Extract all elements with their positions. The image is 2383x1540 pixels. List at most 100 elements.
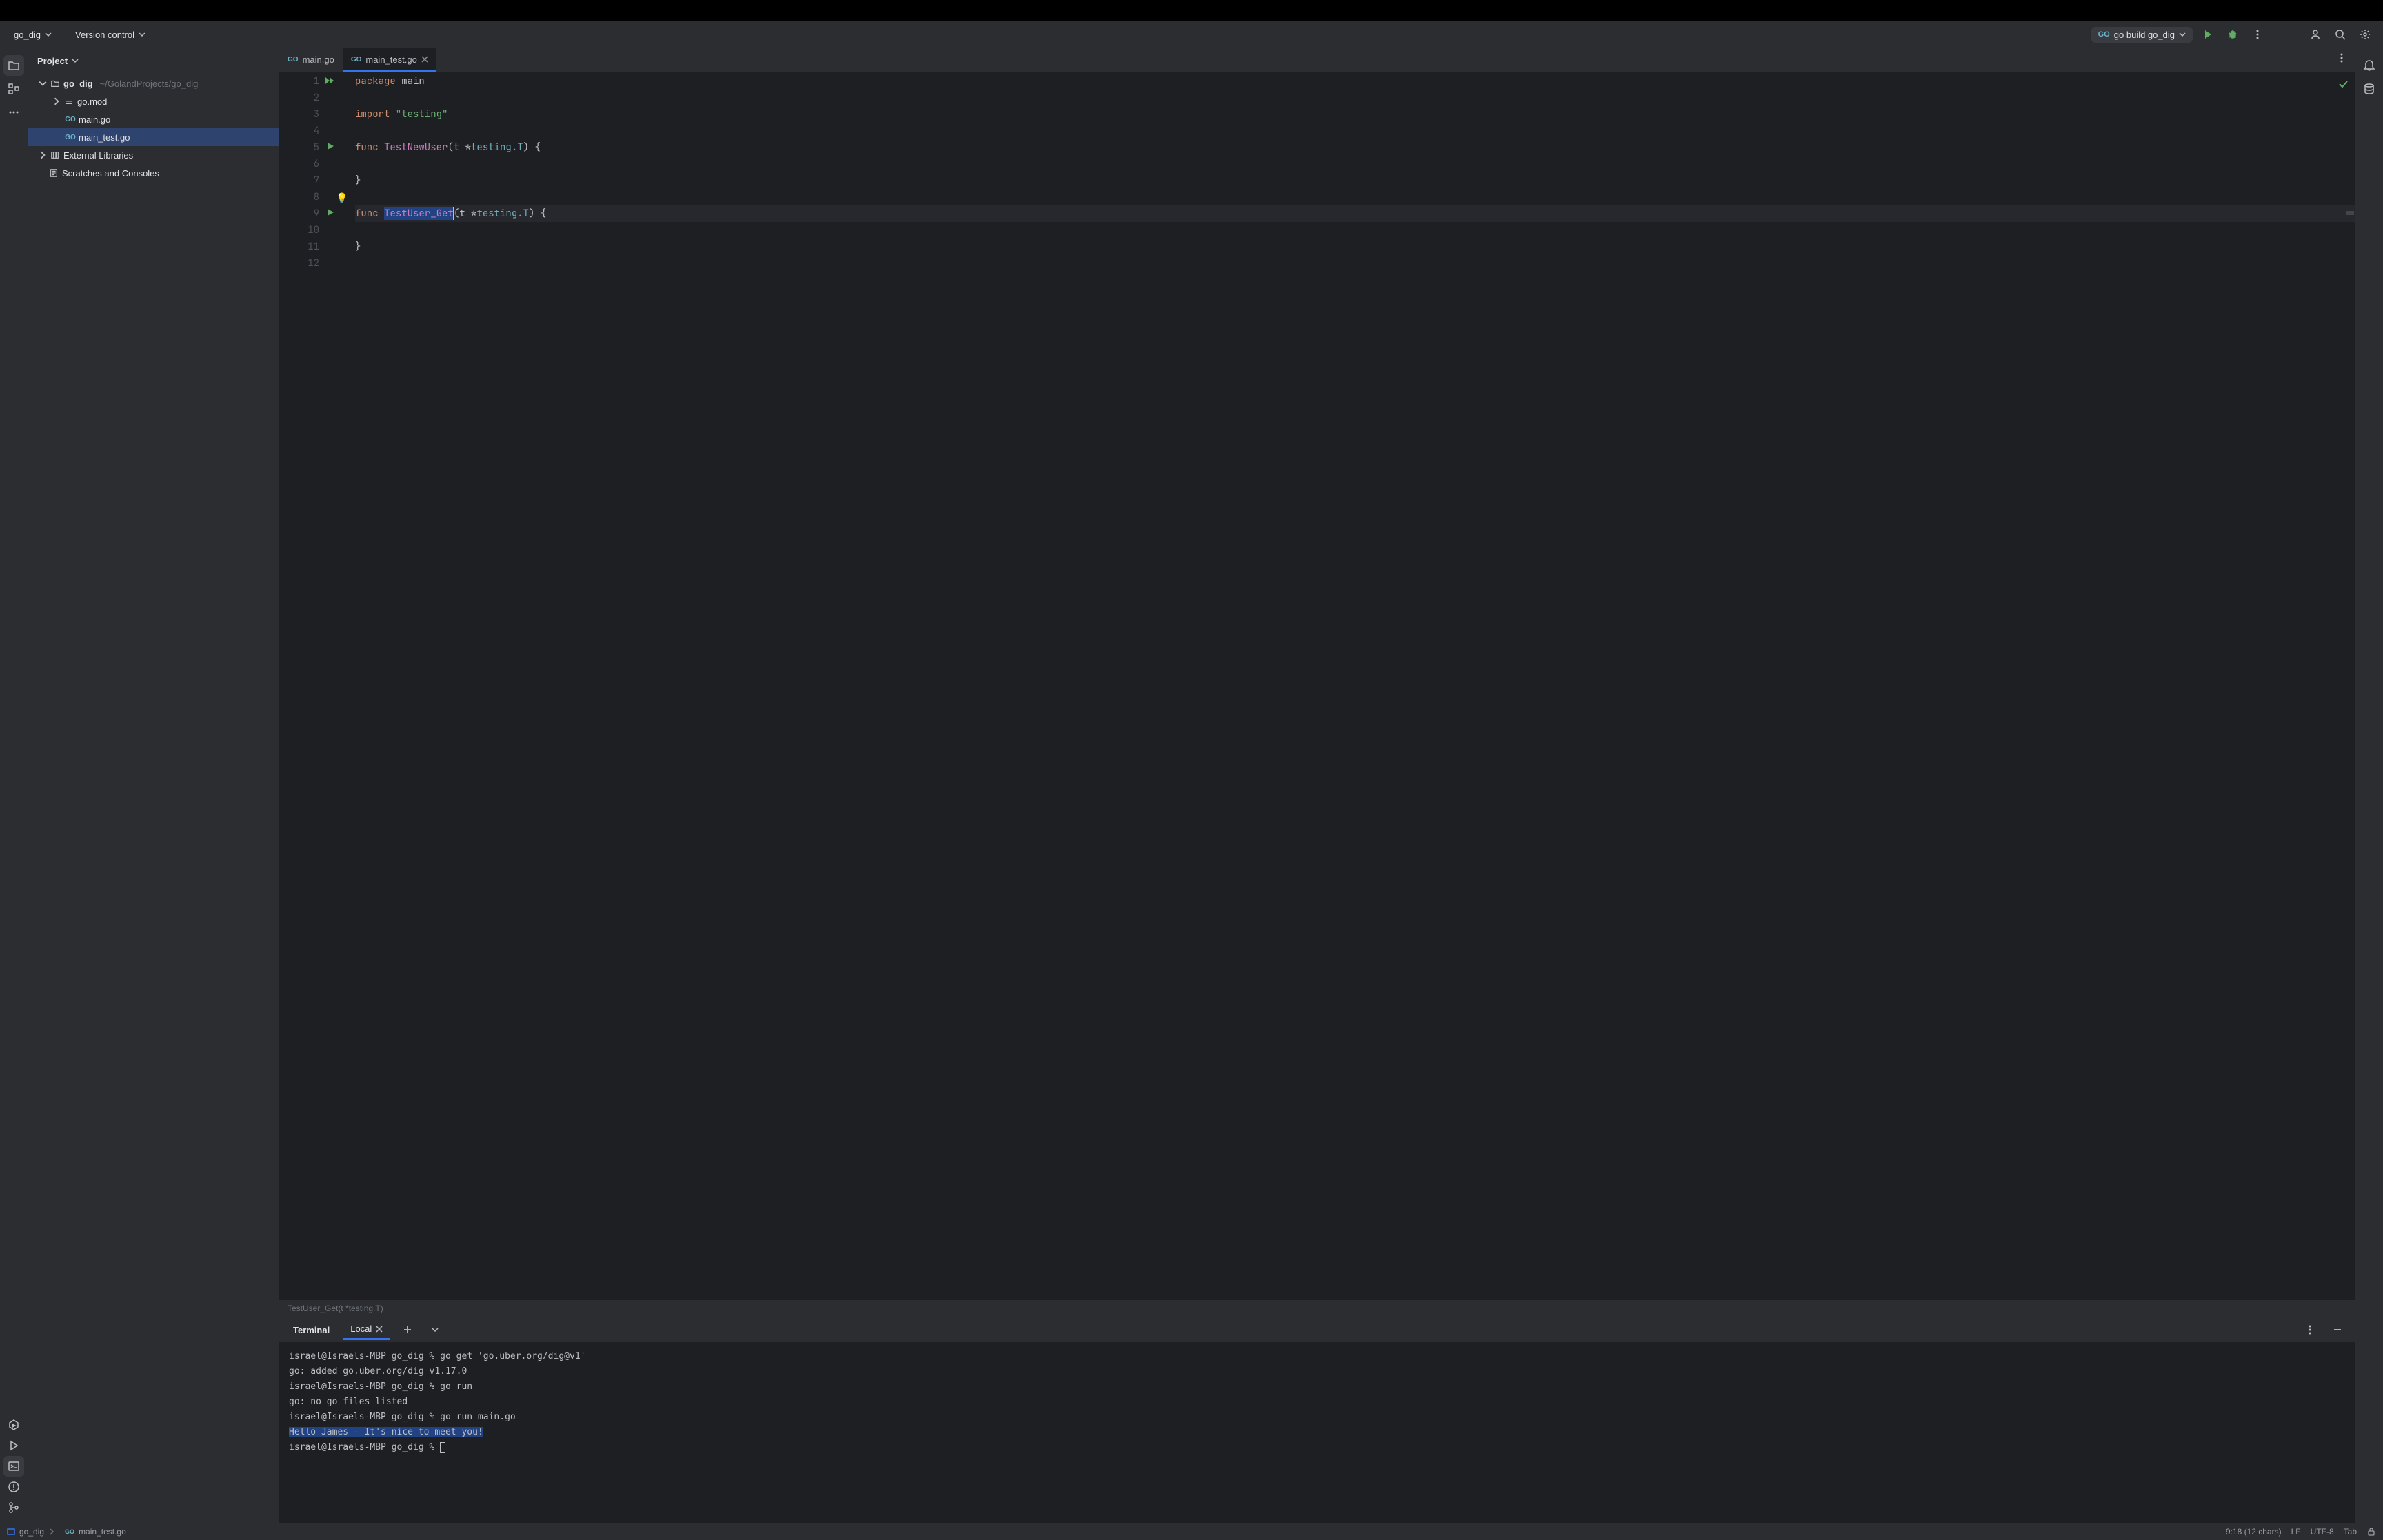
project-panel: Project go_dig ~/GolandProjects/go_dig g…: [28, 48, 279, 1523]
terminal-line: israel@Israels-MBP go_dig % go get 'go.u…: [289, 1349, 2346, 1364]
status-line-separator[interactable]: LF: [2291, 1527, 2301, 1537]
status-project[interactable]: go_dig: [7, 1527, 55, 1537]
chevron-right-icon: [52, 97, 61, 105]
project-selector[interactable]: go_dig: [8, 27, 57, 43]
more-actions-button[interactable]: [2248, 25, 2267, 44]
more-tools-button[interactable]: [3, 102, 24, 123]
minimap-marker[interactable]: [2346, 211, 2354, 215]
tree-root-path: ~/GolandProjects/go_dig: [100, 79, 199, 89]
breadcrumb-text: TestUser_Get(t *testing.T): [288, 1304, 383, 1313]
code-content[interactable]: package main import "testing" func TestN…: [328, 73, 2355, 1300]
tree-item-label: Scratches and Consoles: [62, 168, 159, 179]
go-file-icon: GO: [65, 114, 76, 125]
database-tool-button[interactable]: [2359, 79, 2380, 99]
project-panel-title: Project: [37, 56, 68, 66]
left-tool-rail: [0, 48, 28, 1523]
services-tool-button[interactable]: [3, 1415, 24, 1435]
tab-label: main.go: [303, 54, 334, 65]
terminal-dropdown-button[interactable]: [425, 1320, 445, 1339]
go-test-file-icon: GO: [65, 132, 76, 143]
status-file[interactable]: GO main_test.go: [65, 1527, 126, 1537]
editor-breadcrumb[interactable]: TestUser_Get(t *testing.T): [279, 1300, 2355, 1317]
inspection-ok-icon[interactable]: [2337, 79, 2349, 90]
code-editor[interactable]: 1 2 3 4 5 6 7 8 9 10 11 12: [279, 73, 2355, 1300]
problems-tool-button[interactable]: [3, 1477, 24, 1497]
terminal-tab-label: Local: [350, 1324, 372, 1334]
tab-maintest[interactable]: GO main_test.go: [343, 48, 436, 72]
chevron-down-icon: [72, 57, 79, 64]
close-tab-button[interactable]: [421, 56, 428, 63]
go-file-icon: GO: [288, 56, 299, 63]
go-test-file-icon: GO: [65, 1528, 74, 1535]
tab-main[interactable]: GO main.go: [279, 48, 343, 72]
terminal-line: go: added go.uber.org/dig v1.17.0: [289, 1364, 2346, 1379]
tab-label: main_test.go: [365, 54, 416, 65]
close-icon[interactable]: [376, 1326, 383, 1333]
project-panel-header[interactable]: Project: [28, 48, 279, 73]
tree-root-name: go_dig: [63, 79, 93, 89]
terminal-line: israel@Israels-MBP go_dig % go run main.…: [289, 1410, 2346, 1425]
terminal-line: israel@Israels-MBP go_dig % go run: [289, 1379, 2346, 1395]
tree-root[interactable]: go_dig ~/GolandProjects/go_dig: [28, 74, 279, 92]
project-selector-label: go_dig: [14, 30, 41, 40]
new-terminal-button[interactable]: [398, 1320, 417, 1339]
readonly-lock-icon[interactable]: [2366, 1527, 2376, 1537]
tree-item-label: External Libraries: [63, 150, 133, 161]
gutter[interactable]: 1 2 3 4 5 6 7 8 9 10 11 12: [279, 73, 328, 1300]
tree-item-scratches[interactable]: Scratches and Consoles: [28, 164, 279, 182]
scratches-icon: [48, 168, 59, 179]
structure-tool-button[interactable]: [3, 79, 24, 99]
intention-bulb-icon[interactable]: 💡: [336, 190, 348, 207]
vcs-label: Version control: [75, 30, 134, 40]
terminal-prompt: israel@Israels-MBP go_dig %: [289, 1440, 2346, 1455]
tree-item-main[interactable]: GO main.go: [28, 110, 279, 128]
chevron-down-icon: [2179, 31, 2186, 38]
debug-button[interactable]: [2223, 25, 2242, 44]
run-config-selector[interactable]: GO go build go_dig: [2091, 27, 2193, 43]
status-indent[interactable]: Tab: [2344, 1527, 2357, 1537]
search-button[interactable]: [2331, 25, 2350, 44]
chevron-right-icon: [48, 1528, 55, 1535]
terminal-content[interactable]: israel@Israels-MBP go_dig % go get 'go.u…: [279, 1342, 2355, 1523]
tree-item-label: main_test.go: [79, 132, 130, 143]
tree-item-label: main.go: [79, 114, 110, 125]
config-file-icon: [63, 96, 74, 107]
tree-item-external-libs[interactable]: External Libraries: [28, 146, 279, 164]
editor-area: GO main.go GO main_test.go: [279, 48, 2355, 1317]
status-position[interactable]: 9:18 (12 chars): [2226, 1527, 2282, 1537]
git-tool-button[interactable]: [3, 1497, 24, 1518]
terminal-tab-local[interactable]: Local: [343, 1319, 390, 1340]
tab-options-button[interactable]: [2332, 48, 2351, 68]
folder-icon: [50, 78, 61, 89]
terminal-panel: Terminal Local: [279, 1317, 2355, 1523]
run-button[interactable]: [2198, 25, 2218, 44]
terminal-tool-button[interactable]: [3, 1456, 24, 1477]
right-tool-rail: [2355, 48, 2383, 1523]
minimize-terminal-button[interactable]: [2328, 1320, 2347, 1339]
terminal-line: Hello James - It's nice to meet you!: [289, 1425, 2346, 1440]
run-config-label: go build go_dig: [2114, 30, 2175, 40]
tree-item-maintest[interactable]: GO main_test.go: [28, 128, 279, 146]
project-tool-button[interactable]: [3, 55, 24, 76]
tree-item-label: go.mod: [77, 97, 107, 107]
chevron-down-icon: [139, 31, 145, 38]
terminal-cursor: [440, 1442, 445, 1453]
chevron-right-icon: [39, 151, 47, 159]
tree-item-gomod[interactable]: go.mod: [28, 92, 279, 110]
editor-tabs: GO main.go GO main_test.go: [279, 48, 2355, 73]
terminal-line: go: no go files listed: [289, 1395, 2346, 1410]
status-encoding[interactable]: UTF-8: [2311, 1527, 2334, 1537]
chevron-down-icon: [39, 79, 47, 88]
go-test-file-icon: GO: [351, 56, 362, 63]
terminal-options-button[interactable]: [2300, 1320, 2320, 1339]
status-bar: go_dig GO main_test.go 9:18 (12 chars) L…: [0, 1523, 2383, 1540]
library-icon: [50, 150, 61, 161]
code-with-me-button[interactable]: [2306, 25, 2325, 44]
run-tool-button[interactable]: [3, 1435, 24, 1456]
settings-button[interactable]: [2355, 25, 2375, 44]
macos-titlebar: [0, 0, 2383, 21]
chevron-down-icon: [45, 31, 52, 38]
go-icon: GO: [2098, 30, 2110, 39]
notifications-button[interactable]: [2359, 55, 2380, 76]
vcs-menu[interactable]: Version control: [70, 27, 151, 43]
